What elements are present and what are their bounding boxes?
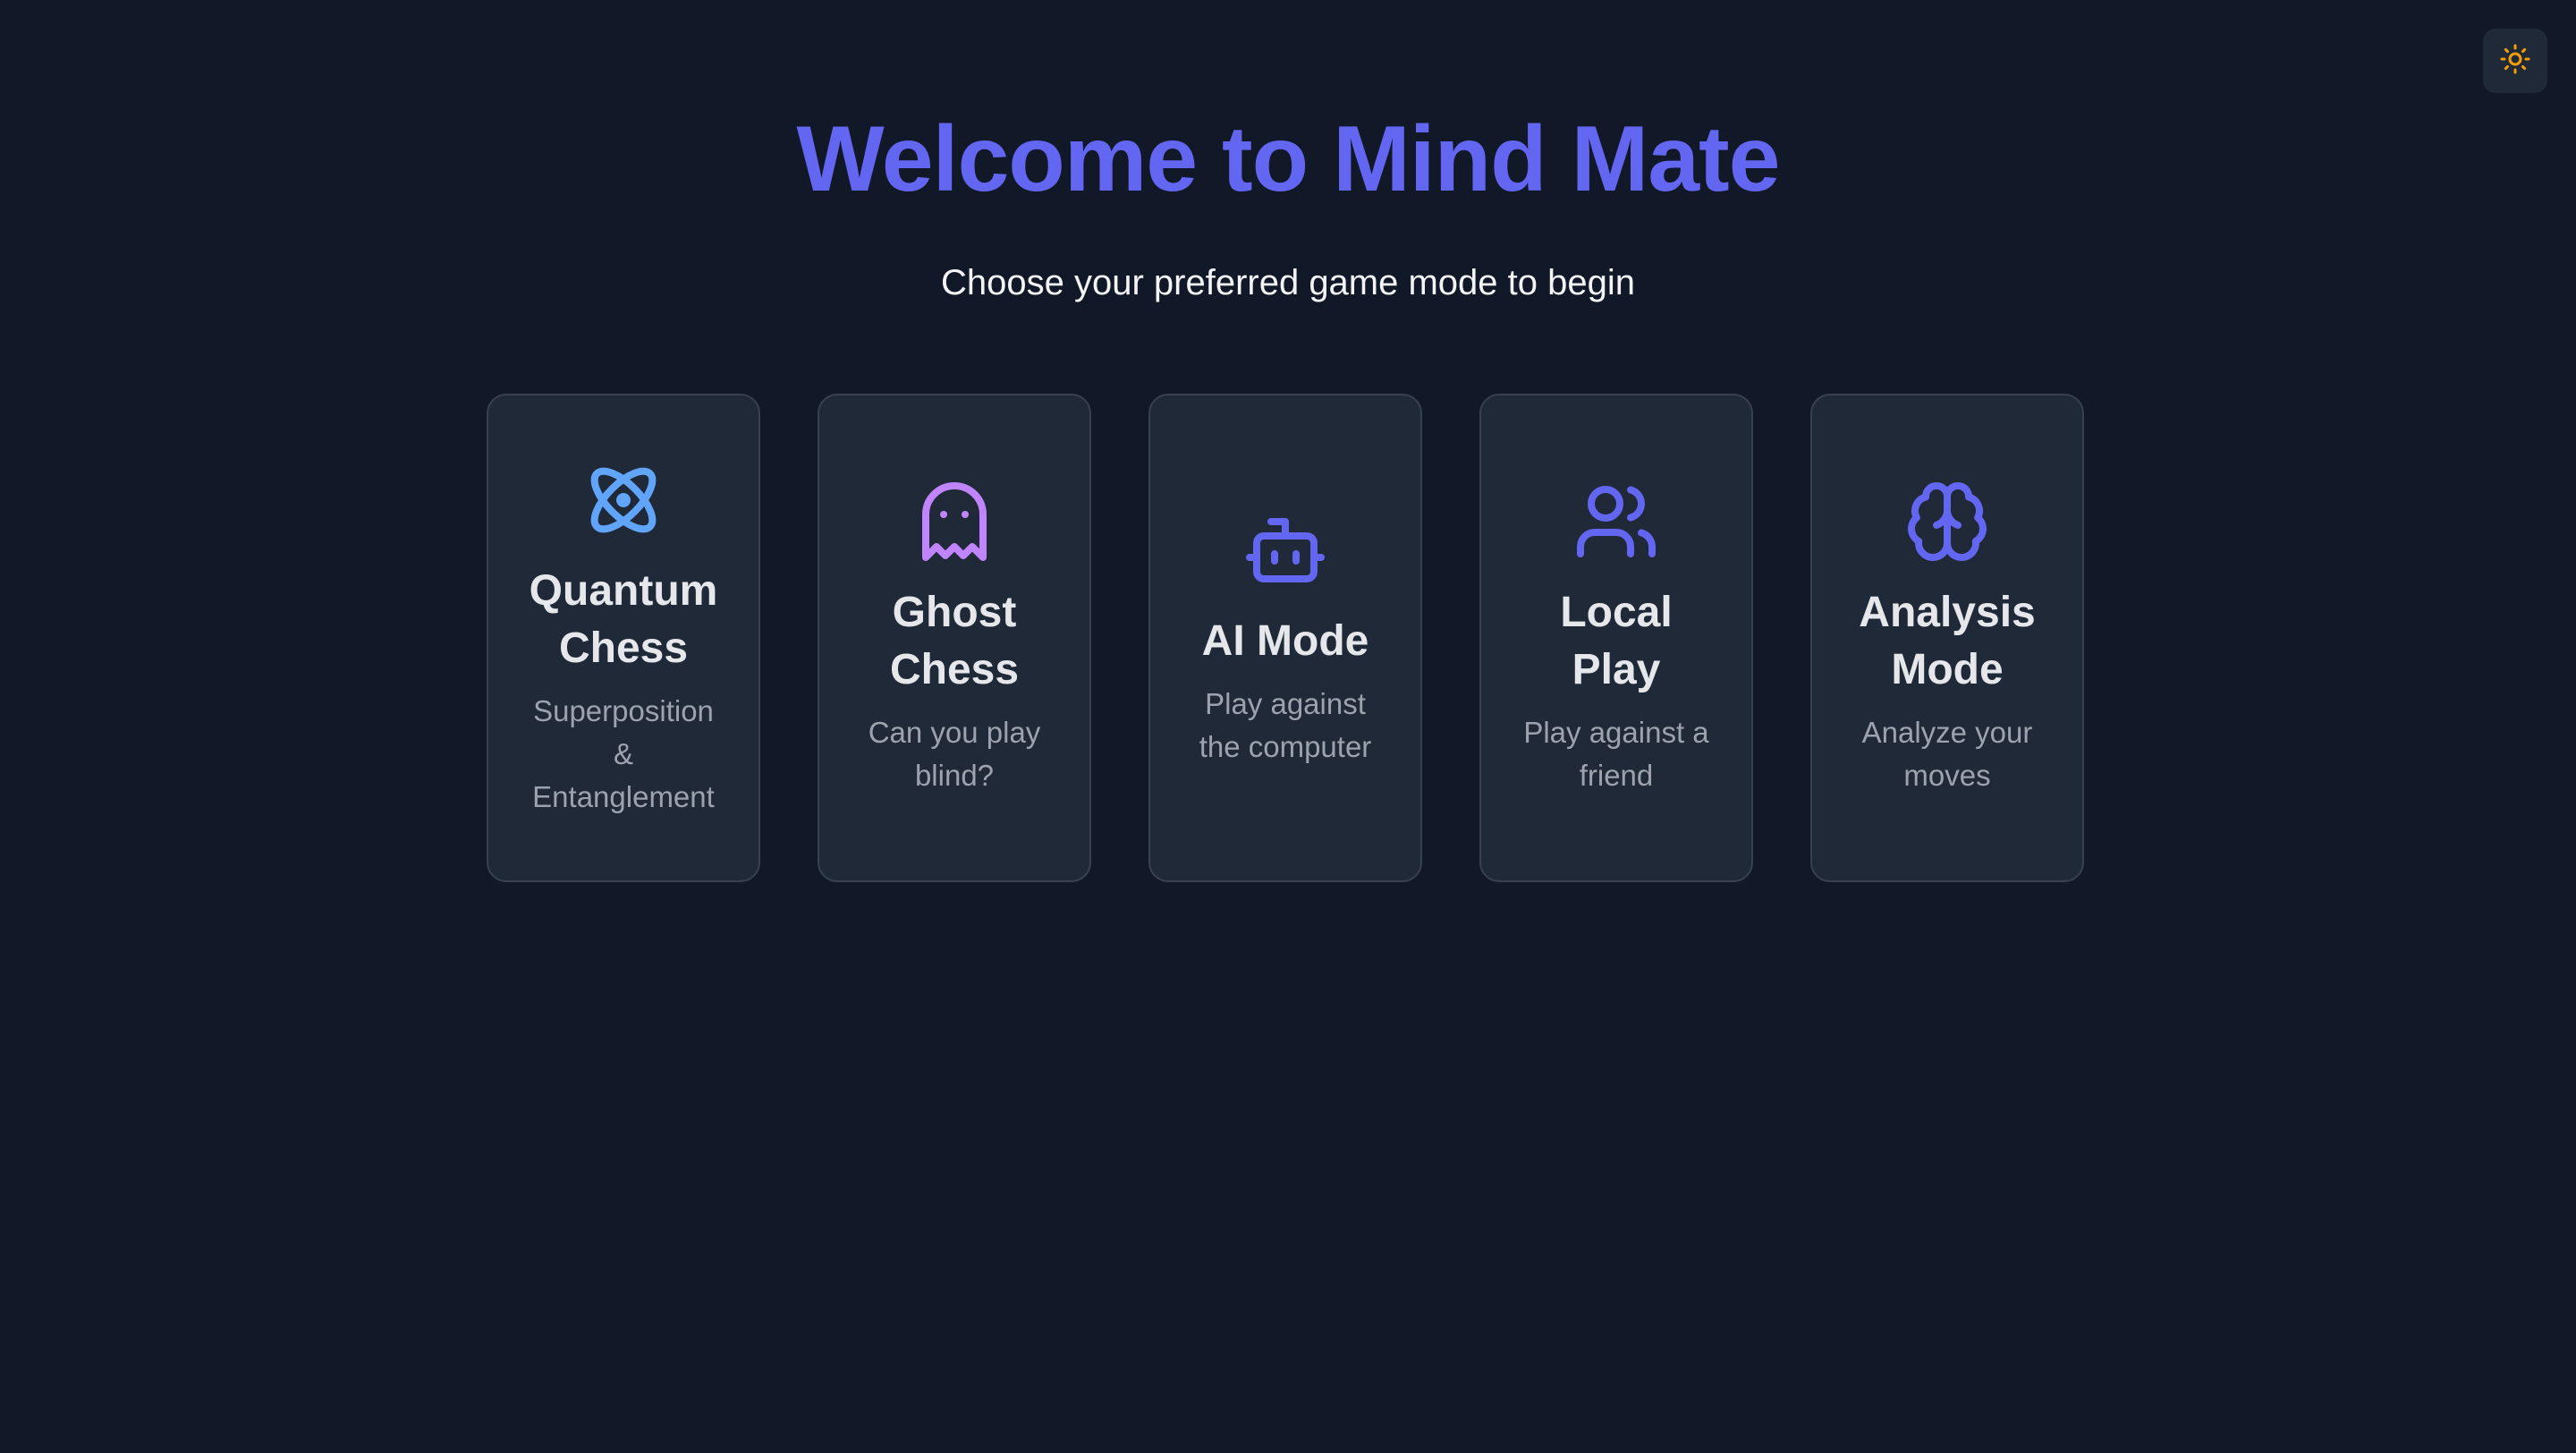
game-mode-list: Quantum Chess Superposition & Entangleme… [487,394,2084,882]
theme-toggle-button[interactable] [2483,29,2547,93]
ai-mode-card[interactable]: AI Mode Play against the computer [1148,394,1422,882]
ghost-chess-card[interactable]: Ghost Chess Can you play blind? [818,394,1091,882]
analysis-mode-card[interactable]: Analysis Mode Analyze your moves [1810,394,2084,882]
page-subtitle: Choose your preferred game mode to begin [940,263,1635,302]
brain-icon [1904,479,1990,565]
sun-icon [2499,43,2531,80]
card-description: Play against the computer [1199,687,1372,763]
card-description: Can you play blind? [868,716,1041,792]
card-description: Superposition & Entanglement [532,694,715,813]
card-title: Local Play [1560,589,1673,693]
card-title: Quantum Chess [529,567,718,672]
card-description: Analyze your moves [1861,716,2033,792]
card-title: Ghost Chess [889,589,1020,693]
local-play-card[interactable]: Local Play Play against a friend [1479,394,1753,882]
users-icon [1573,479,1659,565]
atom-icon [580,457,666,543]
card-description: Play against a friend [1523,716,1709,792]
card-title: Analysis Mode [1859,589,2036,693]
ghost-icon [911,479,997,565]
page-title: Welcome to Mind Mate [796,107,1780,211]
robot-icon [1242,507,1328,593]
quantum-chess-card[interactable]: Quantum Chess Superposition & Entangleme… [487,394,760,882]
card-title: AI Mode [1201,617,1369,665]
